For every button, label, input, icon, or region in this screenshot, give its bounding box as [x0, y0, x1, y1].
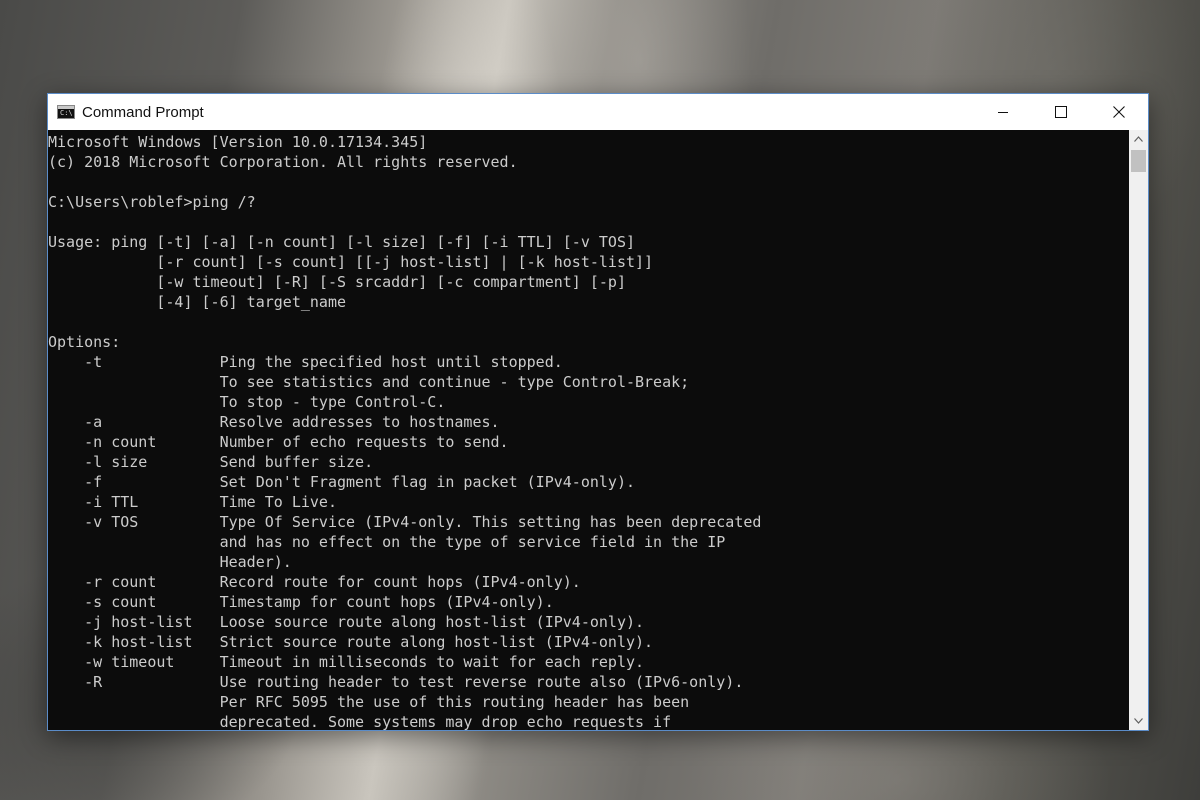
maximize-button[interactable] — [1032, 94, 1090, 130]
console-line: -l size Send buffer size. — [48, 453, 374, 471]
console-line: -v TOS Type Of Service (IPv4-only. This … — [48, 513, 762, 531]
console-line: -i TTL Time To Live. — [48, 493, 337, 511]
minimize-icon — [998, 112, 1008, 113]
console-output[interactable]: Microsoft Windows [Version 10.0.17134.34… — [48, 130, 1129, 730]
console-line: -f Set Don't Fragment flag in packet (IP… — [48, 473, 635, 491]
title-bar[interactable]: C:\ Command Prompt — [48, 94, 1148, 130]
maximize-icon — [1055, 106, 1067, 118]
console-line: Header). — [48, 553, 292, 571]
console-line: Options: — [48, 333, 121, 351]
console-line: To see statistics and continue - type Co… — [48, 373, 690, 391]
scroll-down-button[interactable] — [1129, 712, 1148, 730]
console-line: -R Use routing header to test reverse ro… — [48, 673, 744, 691]
window-title: Command Prompt — [82, 103, 204, 121]
console-line: -t Ping the specified host until stopped… — [48, 353, 563, 371]
console-line: (c) 2018 Microsoft Corporation. All righ… — [48, 153, 518, 171]
console-line: To stop - type Control-C. — [48, 393, 446, 411]
close-button[interactable] — [1090, 94, 1148, 130]
console-text: Microsoft Windows [Version 10.0.17134.34… — [48, 130, 1129, 730]
console-line: Usage: ping [-t] [-a] [-n count] [-l siz… — [48, 233, 635, 251]
scroll-up-button[interactable] — [1129, 130, 1148, 148]
chevron-up-icon — [1134, 136, 1143, 142]
scroll-thumb[interactable] — [1131, 150, 1146, 172]
console-line: -r count Record route for count hops (IP… — [48, 573, 581, 591]
console-line: [-r count] [-s count] [[-j host-list] | … — [48, 253, 654, 271]
console-line: [-w timeout] [-R] [-S srcaddr] [-c compa… — [48, 273, 626, 291]
console-line: deprecated. Some systems may drop echo r… — [48, 713, 672, 730]
cmd-icon-text: C:\ — [60, 109, 73, 117]
console-line: -k host-list Strict source route along h… — [48, 633, 654, 651]
console-line: -w timeout Timeout in milliseconds to wa… — [48, 653, 645, 671]
chevron-down-icon — [1134, 718, 1143, 724]
console-line: -n count Number of echo requests to send… — [48, 433, 509, 451]
desktop-background: C:\ Command Prompt Microsoft Windows [Ve… — [0, 0, 1200, 800]
minimize-button[interactable] — [974, 94, 1032, 130]
vertical-scrollbar[interactable] — [1129, 130, 1148, 730]
command-prompt-window: C:\ Command Prompt Microsoft Windows [Ve… — [47, 93, 1149, 731]
console-line: and has no effect on the type of service… — [48, 533, 726, 551]
console-line: C:\Users\roblef>ping /? — [48, 193, 256, 211]
close-icon — [1113, 106, 1125, 118]
console-line: -a Resolve addresses to hostnames. — [48, 413, 500, 431]
console-line: [-4] [-6] target_name — [48, 293, 347, 311]
console-line: Microsoft Windows [Version 10.0.17134.34… — [48, 133, 428, 151]
cmd-icon: C:\ — [57, 105, 75, 119]
console-line: Per RFC 5095 the use of this routing hea… — [48, 693, 690, 711]
console-line: -j host-list Loose source route along ho… — [48, 613, 645, 631]
console-line: -s count Timestamp for count hops (IPv4-… — [48, 593, 554, 611]
